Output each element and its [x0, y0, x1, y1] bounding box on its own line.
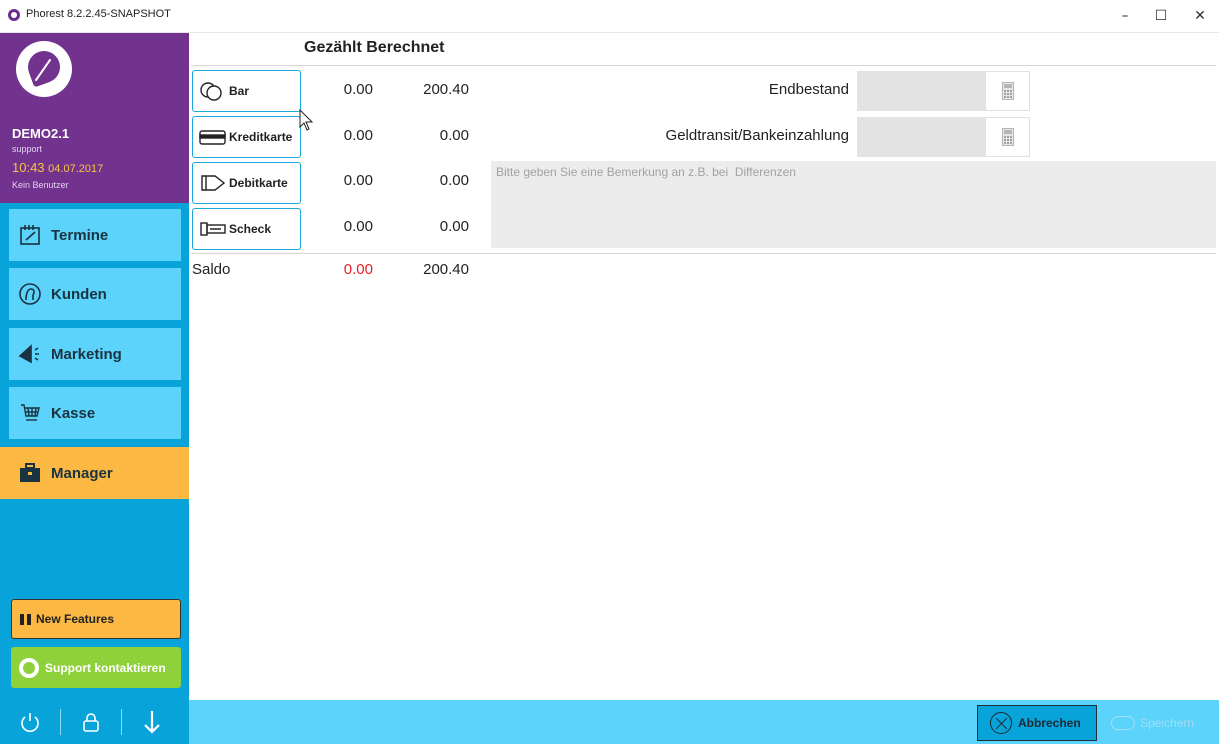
saldo-counted: 0.00 — [343, 261, 373, 278]
user-status: Kein Benutzer — [12, 180, 69, 190]
endbestand-calculator-button[interactable] — [985, 71, 1030, 111]
user-name: DEMO2.1 — [12, 126, 70, 141]
mouse-cursor-icon — [299, 109, 313, 131]
payment-button-debitkarte[interactable]: Debitkarte — [192, 162, 301, 204]
sidebar: DEMO2.1 support 10:43 04.07.2017 Kein Be… — [0, 33, 189, 744]
calculator-icon — [1001, 128, 1014, 146]
cancel-label: Abbrechen — [1018, 716, 1081, 730]
calendar-icon — [17, 222, 43, 248]
app-window: Phorest 8.2.2.45-SNAPSHOT – ☐ ✕ DEMO2.1 … — [0, 0, 1219, 744]
minimize-button[interactable]: – — [1110, 4, 1140, 28]
client-icon — [17, 281, 43, 307]
cloud-upload-icon — [1111, 716, 1135, 730]
nav-item-marketing[interactable]: Marketing — [9, 328, 181, 380]
nav-label-kunden: Kunden — [51, 285, 107, 303]
briefcase-icon — [17, 460, 43, 486]
payment-button-kreditkarte[interactable]: Kreditkarte — [192, 116, 301, 158]
nav-item-kasse[interactable]: Kasse — [9, 387, 181, 439]
gift-icon — [20, 613, 31, 625]
counted-debitkarte: 0.00 — [343, 172, 373, 189]
debit-card-icon — [199, 173, 227, 193]
app-logo-icon — [8, 9, 20, 21]
coins-icon — [199, 81, 227, 101]
power-icon — [21, 712, 39, 732]
payment-label: Kreditkarte — [229, 130, 293, 144]
geldtransit-calculator-button[interactable] — [985, 117, 1030, 157]
credit-card-icon — [199, 127, 227, 147]
remark-textarea[interactable] — [491, 161, 1216, 248]
user-role: support — [12, 144, 43, 154]
divider — [191, 65, 1216, 66]
sidebar-bottom-bar — [0, 699, 189, 744]
payment-button-scheck[interactable]: Scheck — [192, 208, 301, 250]
new-features-label: New Features — [36, 612, 115, 626]
lifebuoy-icon — [19, 657, 39, 678]
save-button[interactable]: Speichern — [1111, 705, 1211, 741]
footer-bar: Abbrechen Speichern — [189, 700, 1219, 744]
nav-item-kunden[interactable]: Kunden — [9, 268, 181, 320]
endbestand-label: Endbestand — [768, 81, 849, 98]
counted-kreditkarte: 0.00 — [343, 127, 373, 144]
divider — [191, 253, 1216, 254]
cheque-icon — [199, 219, 227, 239]
power-button[interactable] — [0, 702, 60, 742]
calculated-scheck: 0.00 — [439, 218, 469, 235]
close-circle-icon — [990, 712, 1012, 734]
nav-label-kasse: Kasse — [51, 404, 96, 422]
cash-count-panel: Gezählt Berechnet Bar Kreditkarte Debitk… — [189, 33, 1219, 700]
geldtransit-field[interactable] — [857, 117, 985, 157]
title-bar: Phorest 8.2.2.45-SNAPSHOT – ☐ ✕ — [0, 0, 1219, 33]
lock-icon — [83, 712, 99, 732]
clock-date: 04.07.2017 — [48, 163, 104, 175]
nav-item-termine[interactable]: Termine — [9, 209, 181, 261]
geldtransit-label: Geldtransit/Bankeinzahlung — [665, 127, 849, 144]
clock: 10:43 04.07.2017 — [12, 160, 103, 175]
window-title: Phorest 8.2.2.45-SNAPSHOT — [26, 8, 171, 20]
save-label: Speichern — [1140, 716, 1195, 730]
nav-item-manager[interactable]: Manager — [0, 447, 189, 499]
counted-bar: 0.00 — [343, 81, 373, 98]
nav-label-termine: Termine — [51, 226, 109, 244]
support-label: Support kontaktieren — [45, 660, 166, 675]
maximize-button[interactable]: ☐ — [1146, 4, 1176, 28]
calculated-debitkarte: 0.00 — [439, 172, 469, 189]
payment-label: Bar — [229, 84, 250, 98]
download-button[interactable] — [122, 702, 182, 742]
profile-panel: DEMO2.1 support 10:43 04.07.2017 Kein Be… — [0, 33, 189, 203]
support-button[interactable]: Support kontaktieren — [11, 647, 181, 688]
saldo-label: Saldo — [192, 261, 231, 278]
new-features-button[interactable]: New Features — [11, 599, 181, 639]
cart-icon — [17, 400, 43, 426]
payment-label: Scheck — [229, 222, 272, 236]
arrow-down-icon — [144, 710, 160, 734]
nav-label-manager: Manager — [51, 464, 113, 482]
lock-button[interactable] — [61, 702, 121, 742]
payment-label: Debitkarte — [229, 176, 288, 190]
column-header: Gezählt Berechnet — [304, 39, 445, 56]
megaphone-icon — [17, 341, 43, 367]
nav-label-marketing: Marketing — [51, 345, 122, 363]
counted-scheck: 0.00 — [343, 218, 373, 235]
payment-button-bar[interactable]: Bar — [192, 70, 301, 112]
close-window-button[interactable]: ✕ — [1185, 4, 1215, 28]
calculated-kreditkarte: 0.00 — [439, 127, 469, 144]
endbestand-field[interactable] — [857, 71, 985, 111]
cancel-button[interactable]: Abbrechen — [977, 705, 1097, 741]
saldo-calculated: 200.40 — [423, 261, 469, 278]
clock-time: 10:43 — [12, 160, 45, 175]
phorest-logo-icon — [16, 41, 72, 97]
calculated-bar: 200.40 — [423, 81, 469, 98]
calculator-icon — [1001, 82, 1014, 100]
